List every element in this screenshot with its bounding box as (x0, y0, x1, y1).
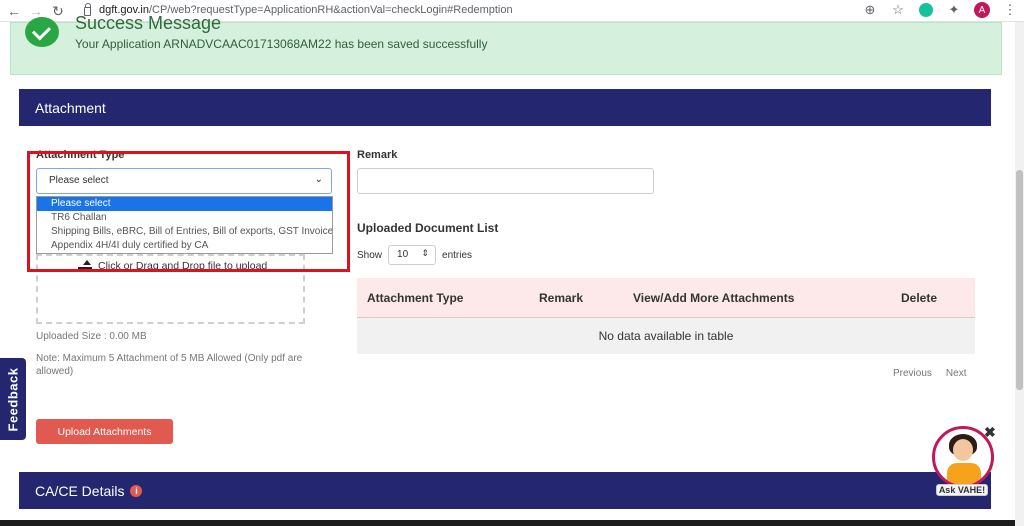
entries-select[interactable]: 10 ⇕ (388, 245, 437, 265)
column-delete[interactable]: Delete (901, 291, 937, 305)
extension-grammarly-icon[interactable] (918, 2, 934, 18)
profile-avatar[interactable]: A (974, 2, 990, 18)
cace-panel-title: CA/CE Details (35, 482, 125, 499)
entries-label: entries (442, 249, 473, 261)
zoom-icon[interactable]: ⊕ (862, 2, 878, 18)
success-title: Success Message (75, 13, 222, 33)
uploaded-size-text: Uploaded Size : 0.00 MB (36, 331, 147, 342)
feedback-label: Feedback (5, 367, 21, 431)
feedback-tab[interactable]: Feedback (0, 358, 26, 440)
close-icon[interactable]: ✖ (984, 424, 996, 441)
reload-icon[interactable]: ↻ (48, 1, 68, 21)
table-pagination: Previous Next (893, 368, 966, 379)
document-table-header: Attachment Type Remark View/Add More Att… (357, 278, 975, 318)
remark-input[interactable] (357, 168, 654, 194)
remark-label: Remark (357, 149, 398, 161)
highlight-frame (27, 151, 350, 272)
puzzle-extensions-icon[interactable]: ✦ (946, 2, 962, 18)
attachment-panel-title: Attachment (35, 99, 106, 116)
attachment-panel-header: Attachment (19, 89, 991, 126)
star-icon[interactable]: ☆ (890, 2, 906, 18)
attachment-note: Note: Maximum 5 Attachment of 5 MB Allow… (36, 353, 303, 377)
check-circle-icon (25, 17, 59, 47)
entries-select-value: 10 (397, 249, 409, 260)
upload-attachments-button[interactable]: Upload Attachments (36, 419, 173, 444)
updown-arrow-icon: ⇕ (421, 248, 430, 258)
pagination-next[interactable]: Next (946, 368, 967, 379)
uploaded-document-list-title: Uploaded Document List (357, 221, 499, 235)
entries-length-control: Show 10 ⇕ entries (357, 245, 472, 265)
assistant-label[interactable]: Ask VAHE! (936, 484, 988, 496)
table-empty-row: No data available in table (357, 318, 975, 354)
scrollbar-thumb[interactable] (1016, 170, 1023, 390)
column-attachment-type[interactable]: Attachment Type (367, 291, 463, 305)
info-icon[interactable]: i (130, 484, 143, 497)
more-menu-icon[interactable]: ⋮ (1002, 2, 1018, 18)
column-remark[interactable]: Remark (539, 291, 583, 305)
cace-panel-header[interactable]: CA/CE Details i (19, 472, 991, 509)
success-message: Your Application ARNADVCAAC01713068AM22 … (75, 37, 488, 51)
show-label: Show (357, 249, 383, 261)
taskbar-edge (0, 520, 1015, 526)
column-view-add-more[interactable]: View/Add More Attachments (633, 291, 794, 305)
back-icon[interactable]: ← (4, 1, 24, 21)
pagination-previous[interactable]: Previous (893, 368, 932, 379)
success-banner: Success Message Your Application ARNADVC… (10, 13, 1002, 75)
